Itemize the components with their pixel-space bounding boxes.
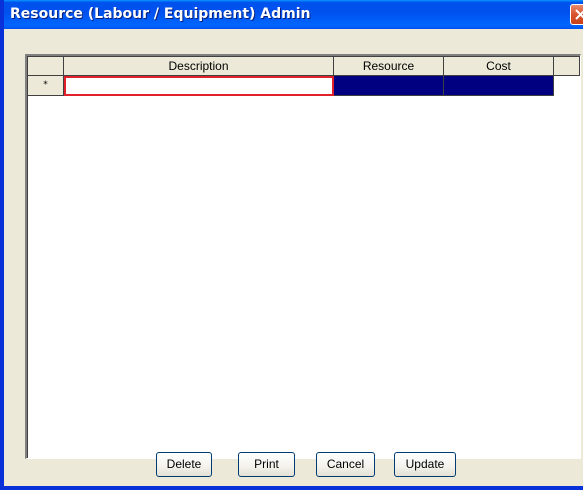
cost-cell[interactable]: [444, 76, 554, 96]
row-selector-header: [28, 57, 64, 76]
resource-cell[interactable]: [334, 76, 444, 96]
window-client-area: Description Resource Cost * Delete Print…: [4, 29, 583, 486]
resource-grid[interactable]: Description Resource Cost *: [25, 54, 581, 459]
new-row-selector[interactable]: *: [28, 76, 64, 96]
delete-button[interactable]: Delete: [156, 452, 212, 477]
cancel-button[interactable]: Cancel: [316, 452, 375, 477]
print-button[interactable]: Print: [238, 452, 295, 477]
column-header-filler: [554, 57, 580, 76]
update-button[interactable]: Update: [394, 452, 456, 477]
admin-window: Resource (Labour / Equipment) Admin Desc…: [0, 0, 583, 490]
description-cell[interactable]: [64, 76, 334, 96]
title-bar[interactable]: Resource (Labour / Equipment) Admin: [4, 0, 583, 29]
close-button[interactable]: [570, 4, 583, 25]
window-title: Resource (Labour / Equipment) Admin: [10, 6, 311, 22]
button-bar: Delete Print Cancel Update: [4, 452, 583, 482]
column-header-resource[interactable]: Resource: [334, 57, 444, 76]
column-header-description[interactable]: Description: [64, 57, 334, 76]
close-icon: [575, 9, 583, 20]
column-header-cost[interactable]: Cost: [444, 57, 554, 76]
grid-body: Description Resource Cost *: [27, 56, 580, 458]
